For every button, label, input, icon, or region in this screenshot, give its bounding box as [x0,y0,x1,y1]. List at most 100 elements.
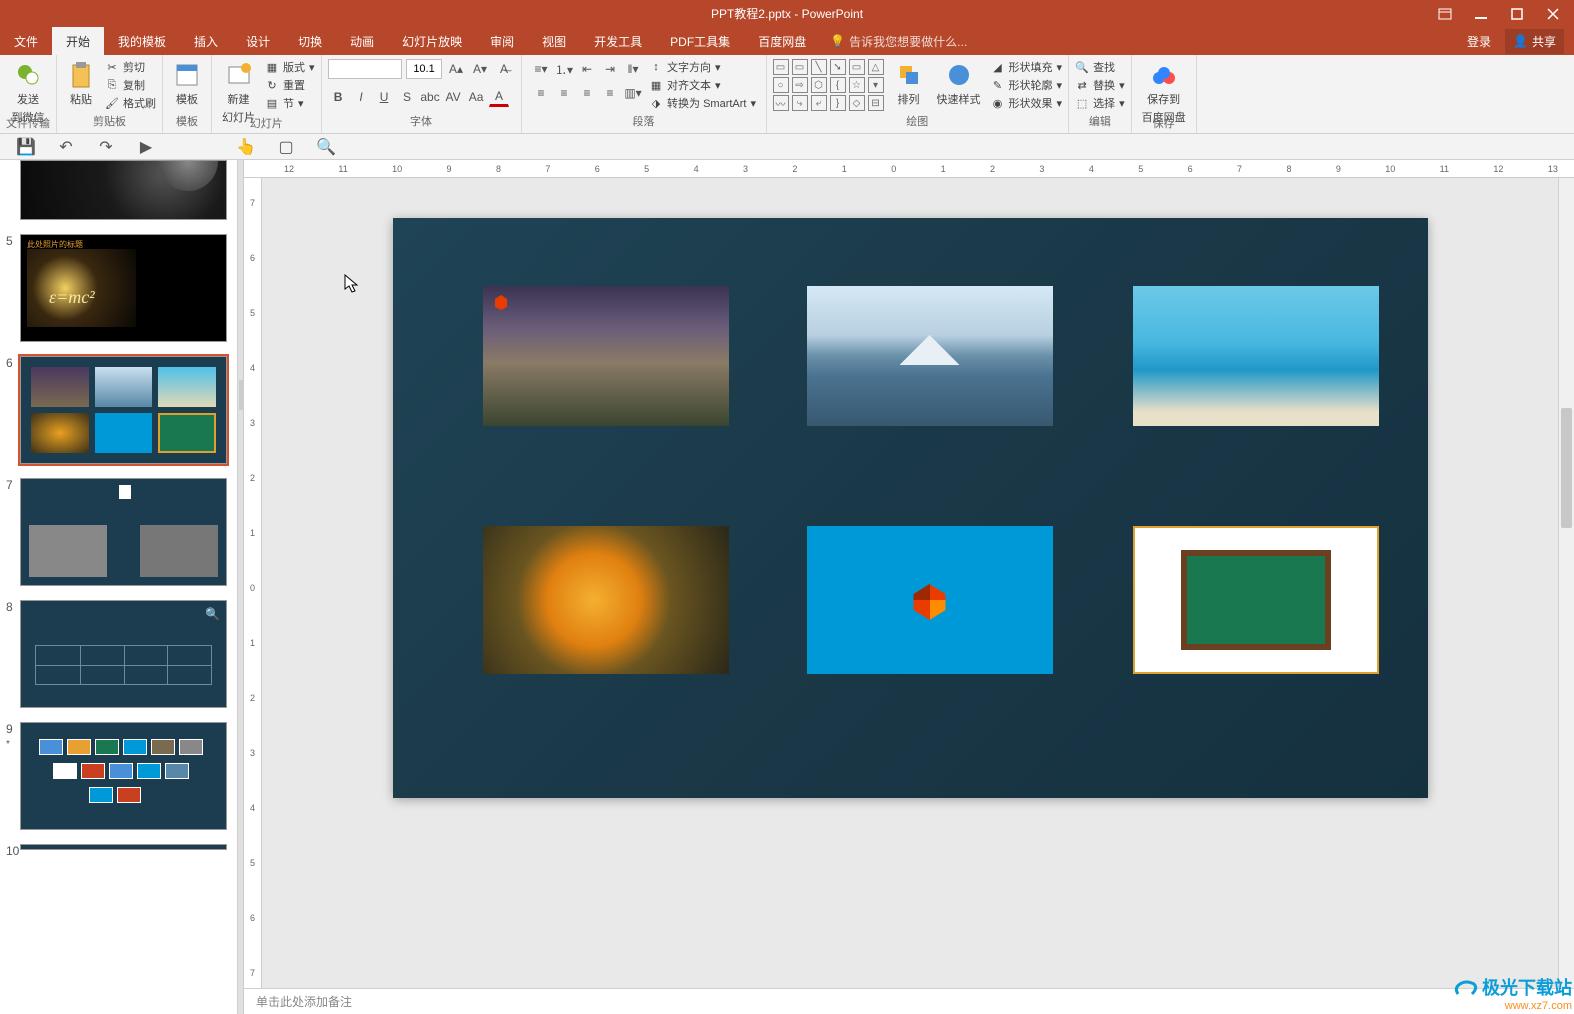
image-office-logo[interactable] [807,526,1053,674]
touch-mode-button[interactable]: 👆 [236,137,256,157]
font-color-button[interactable]: A [489,87,509,107]
slide-thumbnail-8[interactable]: 🔍 [20,600,227,708]
align-text-button[interactable]: ▦对齐文本▾ [649,77,756,93]
font-family-input[interactable] [328,59,402,79]
image-cityscape[interactable] [483,286,729,426]
indent-inc-button[interactable]: ⇥ [600,59,620,79]
decrease-font-button[interactable]: A▾ [470,59,490,79]
align-right-button[interactable]: ≡ [577,83,597,103]
tab-design[interactable]: 设计 [232,27,284,55]
indent-dec-button[interactable]: ⇤ [577,59,597,79]
slide-thumbnail-10[interactable] [20,844,227,850]
shape-conn2[interactable]: ⤶ [811,95,827,111]
minimize-icon[interactable] [1472,7,1490,21]
from-beginning-button[interactable]: ▶ [136,137,156,157]
qat-slide-button[interactable]: ▢ [276,137,296,157]
shape-fill-button[interactable]: ◢形状填充▾ [991,59,1063,75]
tab-insert[interactable]: 插入 [180,27,232,55]
replace-button[interactable]: ⇄替换▾ [1075,77,1125,93]
shadow-button[interactable]: S [397,87,417,107]
current-slide[interactable] [393,218,1428,798]
tab-transition[interactable]: 切换 [284,27,336,55]
format-painter-button[interactable]: 🖌格式刷 [105,95,156,111]
shape-oval[interactable]: ○ [773,77,789,93]
shape-outline-button[interactable]: ✎形状轮廓▾ [991,77,1063,93]
ribbon-display-icon[interactable] [1436,7,1454,21]
bold-button[interactable]: B [328,87,348,107]
shape-star[interactable]: ☆ [849,77,865,93]
image-mountain[interactable] [807,286,1053,426]
image-beach[interactable] [1133,286,1379,426]
shape-lbrace[interactable]: { [830,77,846,93]
shape-rect[interactable]: ▭ [773,59,789,75]
shape-line[interactable]: ╲ [811,59,827,75]
slide-thumbnail-7[interactable] [20,478,227,586]
horizontal-ruler[interactable]: 121110987654321012345678910111213 [244,160,1574,178]
save-button[interactable]: 💾 [16,137,36,157]
layout-button[interactable]: ▦版式▾ [265,59,315,75]
reset-button[interactable]: ↻重置 [265,77,315,93]
close-icon[interactable] [1544,7,1562,21]
undo-button[interactable]: ↶ [56,137,76,157]
paste-button[interactable]: 粘贴 [63,59,99,109]
shape-arrow[interactable]: ➘ [830,59,846,75]
tab-baidu[interactable]: 百度网盘 [744,27,820,55]
slide-thumbnail-4[interactable] [20,160,227,220]
italic-button[interactable]: I [351,87,371,107]
arrange-button[interactable]: 排列 [891,59,927,109]
shape-hex[interactable]: ⬡ [811,77,827,93]
slide-thumbnail-9[interactable] [20,722,227,830]
shape-arrow2[interactable]: ⇨ [792,77,808,93]
login-link[interactable]: 登录 [1467,33,1491,50]
qat-magnify-button[interactable]: 🔍 [316,137,336,157]
columns-button[interactable]: ▥▾ [623,83,643,103]
redo-button[interactable]: ↷ [96,137,116,157]
shape-rect3[interactable]: ▭ [849,59,865,75]
text-direction-button[interactable]: ↕文字方向▾ [649,59,756,75]
find-button[interactable]: 🔍查找 [1075,59,1125,75]
clear-format-button[interactable]: A̶ [494,59,514,79]
slide-thumbnail-5[interactable]: 此处照片的标题 ε=mc² [20,234,227,342]
maximize-icon[interactable] [1508,7,1526,21]
shape-gallery[interactable]: ▭ ▭ ╲ ➘ ▭ △ ○ ⇨ ⬡ { ☆ ▾ 〰 ⤷ ⤶ } ◇ ⊟ [773,59,885,111]
templates-button[interactable]: 模板 [169,59,205,109]
case-button[interactable]: Aa [466,87,486,107]
scrollbar-thumb[interactable] [1561,408,1572,528]
shape-expand[interactable]: ⊟ [868,95,884,111]
shape-rbrace[interactable]: } [830,95,846,111]
bullets-button[interactable]: ≡▾ [531,59,551,79]
align-center-button[interactable]: ≡ [554,83,574,103]
tab-review[interactable]: 审阅 [476,27,528,55]
cut-button[interactable]: ✂剪切 [105,59,156,75]
tab-mytemplate[interactable]: 我的模板 [104,27,180,55]
tab-slideshow[interactable]: 幻灯片放映 [388,27,476,55]
smartart-button[interactable]: ⬗转换为 SmartArt▾ [649,95,756,111]
copy-button[interactable]: ⎘复制 [105,77,156,93]
underline-button[interactable]: U [374,87,394,107]
tab-file[interactable]: 文件 [0,27,52,55]
justify-button[interactable]: ≡ [600,83,620,103]
slide-thumbnail-pane[interactable]: 5 此处照片的标题 ε=mc² 6 [0,160,238,1014]
vertical-scrollbar[interactable] [1558,178,1574,988]
slide-canvas[interactable] [262,178,1558,988]
tab-developer[interactable]: 开发工具 [580,27,656,55]
tab-animation[interactable]: 动画 [336,27,388,55]
image-leaf[interactable] [483,526,729,674]
tab-home[interactable]: 开始 [52,27,104,55]
line-spacing-button[interactable]: ‖▾ [623,59,643,79]
numbering-button[interactable]: ⒈▾ [554,59,574,79]
tell-me-search[interactable]: 💡 告诉我您想要做什么... [820,27,967,55]
shape-more[interactable]: ▾ [868,77,884,93]
section-button[interactable]: ▤节▾ [265,95,315,111]
increase-font-button[interactable]: A▴ [446,59,466,79]
share-button[interactable]: 👤 共享 [1505,29,1564,54]
slide-thumbnail-6[interactable] [20,356,227,464]
image-chalkboard[interactable] [1133,526,1379,674]
shape-callout[interactable]: ◇ [849,95,865,111]
shape-conn[interactable]: ⤷ [792,95,808,111]
notes-pane[interactable]: 单击此处添加备注 [244,988,1574,1014]
shape-rect2[interactable]: ▭ [792,59,808,75]
shape-tri[interactable]: △ [868,59,884,75]
shape-effect-button[interactable]: ◉形状效果▾ [991,95,1063,111]
select-button[interactable]: ⬚选择▾ [1075,95,1125,111]
